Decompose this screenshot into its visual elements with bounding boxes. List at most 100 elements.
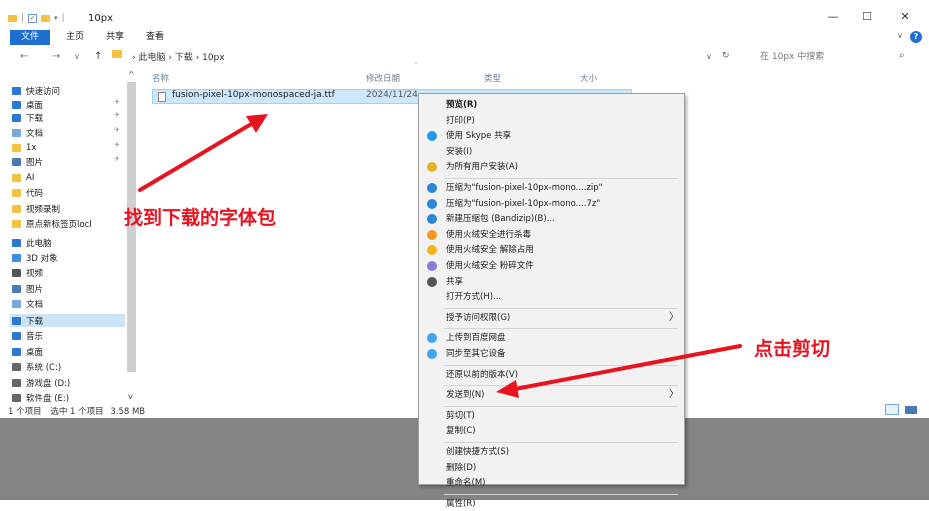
menu-item-label: 使用火绒安全 粉碎文件 bbox=[446, 261, 534, 271]
sidebar-item-item-2[interactable]: 下载 ✈ bbox=[12, 111, 120, 124]
pin-icon[interactable]: ✈ bbox=[114, 98, 120, 106]
menu-item[interactable]: 属性(R) bbox=[419, 497, 684, 511]
menu-item[interactable]: 剪切(T) bbox=[419, 409, 684, 423]
annotation-click-cut: 点击剪切 bbox=[754, 338, 831, 360]
menu-item[interactable]: 还原以前的版本(V) bbox=[419, 368, 684, 382]
details-view-icon[interactable] bbox=[885, 404, 899, 415]
recent-locations-button[interactable]: ∨ bbox=[74, 52, 80, 61]
sidebar-item-item-14[interactable]: 文档 bbox=[12, 297, 43, 310]
breadcrumb[interactable]: › 此电脑 › 下载 › 10px bbox=[132, 50, 225, 63]
menu-item[interactable]: 上传到百度网盘 bbox=[419, 331, 684, 345]
menu-item-label: 压缩为"fusion-pixel-10px-mono....7z" bbox=[446, 198, 601, 209]
menu-item[interactable]: 安装(I) bbox=[419, 145, 684, 159]
3d-objects-icon bbox=[12, 253, 21, 262]
document-icon bbox=[12, 299, 21, 308]
forward-button[interactable]: → bbox=[52, 51, 60, 62]
tab-view[interactable]: 查看 bbox=[138, 30, 172, 45]
menu-item[interactable]: 共享 bbox=[419, 275, 684, 289]
menu-item[interactable]: 打印(P) bbox=[419, 114, 684, 128]
large-icons-view-icon[interactable] bbox=[905, 406, 917, 414]
sidebar-item-item-8[interactable]: 视频录制 bbox=[12, 202, 60, 215]
menu-item-label: 新建压缩包 (Bandizip)(B)... bbox=[446, 214, 555, 225]
close-button[interactable]: ✕ bbox=[890, 10, 920, 26]
menu-item[interactable]: 打开方式(H)... bbox=[419, 290, 684, 304]
skype-icon bbox=[427, 131, 437, 142]
sidebar-item-label: 系统 (C:) bbox=[26, 362, 62, 373]
sidebar-item-item-17[interactable]: 桌面 bbox=[12, 345, 43, 358]
sidebar-item-item-15[interactable]: 下载 bbox=[10, 314, 125, 327]
menu-item[interactable]: 压缩为"fusion-pixel-10px-mono....zip" bbox=[419, 181, 684, 195]
maximize-button[interactable]: ☐ bbox=[852, 10, 882, 26]
menu-item[interactable]: 删除(D) bbox=[419, 461, 684, 475]
sidebar-item-item-1[interactable]: 桌面 ✈ bbox=[12, 98, 120, 111]
menu-item[interactable]: 发送到(N) 〉 bbox=[419, 388, 684, 402]
sidebar-item-item-5[interactable]: 图片 ✈ bbox=[12, 155, 120, 168]
menu-item-label: 压缩为"fusion-pixel-10px-mono....zip" bbox=[446, 183, 603, 193]
help-icon[interactable]: ? bbox=[910, 31, 922, 43]
ribbon-collapse-chevron-icon[interactable]: ∨ bbox=[897, 31, 903, 40]
sidebar-item-3d[interactable]: 3D 对象 bbox=[12, 251, 58, 264]
new-folder-icon[interactable] bbox=[41, 14, 51, 22]
sidebar-item-item-13[interactable]: 图片 bbox=[12, 282, 43, 295]
menu-item[interactable]: 重命名(M) bbox=[419, 476, 684, 490]
column-header-type[interactable]: 类型 bbox=[484, 72, 501, 84]
sidebar-item-item-0[interactable]: 快速访问 bbox=[12, 84, 60, 97]
menu-item[interactable]: 复制(C) bbox=[419, 424, 684, 438]
sidebar-item-item-10[interactable]: 此电脑 bbox=[12, 236, 52, 249]
menu-item[interactable]: 使用火绒安全 粉碎文件 bbox=[419, 259, 684, 273]
pin-icon[interactable]: ✈ bbox=[114, 126, 120, 134]
sidebar-item-c[interactable]: 系统 (C:) bbox=[12, 360, 61, 373]
customize-toolbar-chevron-icon[interactable]: ▾ bbox=[54, 14, 58, 22]
sidebar-item-locl[interactable]: 原点新标签页locl bbox=[12, 217, 92, 230]
sidebar-item-label: 下载 bbox=[26, 113, 44, 124]
scroll-up-chevron-icon[interactable]: ^ bbox=[128, 70, 135, 79]
download-icon bbox=[12, 113, 21, 122]
minimize-button[interactable]: — bbox=[818, 10, 848, 26]
menu-item[interactable]: 使用火绒安全进行杀毒 bbox=[419, 228, 684, 242]
column-header-size[interactable]: 大小 bbox=[580, 72, 597, 84]
sort-caret-icon: ˇ bbox=[414, 62, 418, 71]
menu-item[interactable]: 预览(R) bbox=[419, 98, 684, 112]
menu-item[interactable]: 使用火绒安全 解除占用 bbox=[419, 243, 684, 257]
sidebar-item-item-12[interactable]: 视频 bbox=[12, 266, 43, 279]
menu-item[interactable]: 为所有用户安装(A) bbox=[419, 160, 684, 174]
menu-item[interactable]: 压缩为"fusion-pixel-10px-mono....7z" bbox=[419, 197, 684, 211]
search-icon[interactable]: ⌕ bbox=[899, 50, 905, 61]
pin-icon[interactable]: ✈ bbox=[114, 111, 120, 119]
tab-file[interactable]: 文件 bbox=[10, 30, 50, 45]
properties-check-icon[interactable]: ✓ bbox=[28, 13, 38, 23]
folder-icon[interactable] bbox=[8, 14, 17, 22]
menu-separator bbox=[444, 442, 678, 443]
menu-item[interactable]: 新建压缩包 (Bandizip)(B)... bbox=[419, 212, 684, 226]
menu-item[interactable]: 授予访问权限(G) 〉 bbox=[419, 311, 684, 325]
menu-item[interactable]: 创建快捷方式(S) bbox=[419, 445, 684, 459]
sidebar-item-item-3[interactable]: 文档 ✈ bbox=[12, 126, 120, 139]
file-name[interactable]: fusion-pixel-10px-monospaced-ja.ttf bbox=[172, 90, 335, 100]
search-input[interactable]: 在 10px 中搜索 bbox=[756, 49, 922, 65]
desktop-icon bbox=[12, 347, 21, 356]
status-item-count: 1 个项目 bbox=[8, 407, 42, 417]
file-date: 2024/11/24 bbox=[366, 90, 418, 100]
column-header-name[interactable]: 名称 bbox=[152, 72, 169, 84]
sidebar-item-ai[interactable]: AI bbox=[12, 171, 34, 184]
sidebar-item-d[interactable]: 游戏盘 (D:) bbox=[12, 376, 70, 389]
scroll-down-chevron-icon[interactable]: v bbox=[128, 392, 133, 401]
sidebar-item-item-7[interactable]: 代码 bbox=[12, 186, 43, 199]
music-icon bbox=[12, 331, 21, 340]
address-dropdown-chevron-icon[interactable]: ∨ bbox=[706, 52, 712, 61]
tab-share[interactable]: 共享 bbox=[98, 30, 132, 45]
drive-icon bbox=[12, 362, 21, 371]
sidebar-item-e[interactable]: 软件盘 (E:) bbox=[12, 391, 69, 404]
pin-icon[interactable]: ✈ bbox=[114, 141, 120, 149]
sidebar-item-1x[interactable]: 1x ✈ bbox=[12, 141, 120, 154]
menu-item[interactable]: 使用 Skype 共享 bbox=[419, 129, 684, 143]
pictures-icon bbox=[12, 284, 21, 293]
refresh-button[interactable]: ↻ bbox=[722, 51, 730, 61]
column-header-date[interactable]: 修改日期 bbox=[366, 72, 400, 84]
up-button[interactable]: ↑ bbox=[94, 51, 102, 62]
back-button[interactable]: ← bbox=[20, 51, 28, 62]
sidebar-item-item-16[interactable]: 音乐 bbox=[12, 329, 43, 342]
pin-icon[interactable]: ✈ bbox=[114, 155, 120, 163]
menu-item[interactable]: 同步至其它设备 bbox=[419, 347, 684, 361]
tab-home[interactable]: 主页 bbox=[58, 30, 92, 45]
